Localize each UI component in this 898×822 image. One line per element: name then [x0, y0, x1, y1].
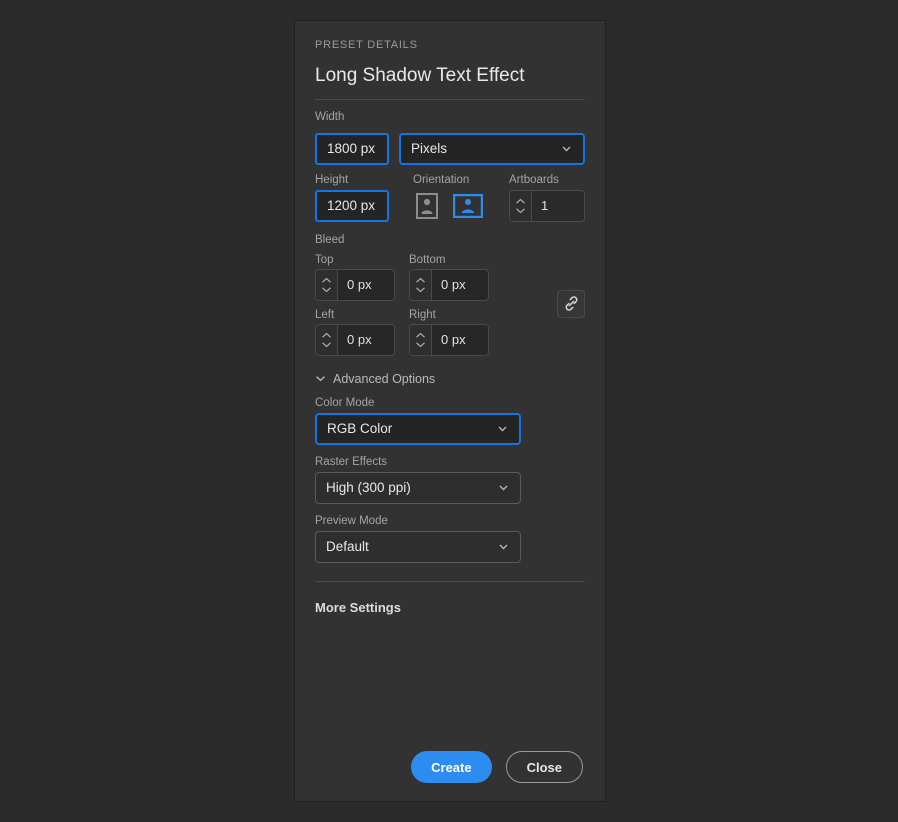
advanced-options-label: Advanced Options [333, 371, 436, 386]
artboards-value[interactable]: 1 [532, 190, 584, 221]
bleed-top-label: Top [315, 253, 334, 266]
bleed-right-value[interactable]: 0 px [432, 324, 488, 355]
bleed-top-stepper[interactable]: 0 px [315, 268, 395, 301]
bleed-right-stepper[interactable]: 0 px [409, 323, 489, 356]
bleed-right-stepper-arrows[interactable] [410, 324, 432, 355]
height-label: Height [315, 173, 349, 186]
chevron-down-icon [497, 540, 510, 553]
artboards-field-group: Artboards 1 [489, 174, 585, 222]
chevron-down-icon [322, 287, 331, 293]
chevron-down-icon [315, 373, 326, 384]
portrait-orientation-icon[interactable] [413, 190, 441, 222]
preview-mode-label: Preview Mode [315, 514, 388, 527]
panel-eyebrow-label: PRESET DETAILS [315, 39, 418, 51]
chevron-down-icon [496, 422, 509, 435]
panel-footer: Create Close [295, 751, 605, 783]
bleed-top-group: Top 0 px [315, 254, 395, 301]
artboards-stepper[interactable]: 1 [509, 189, 585, 222]
color-mode-group: Color Mode RGB Color [315, 397, 585, 445]
app-background: PRESET DETAILS Long Shadow Text Effect W… [0, 0, 898, 822]
units-dropdown[interactable]: Pixels [399, 132, 585, 165]
bleed-top-value[interactable]: 0 px [338, 269, 394, 300]
chevron-up-icon [416, 277, 425, 283]
link-chain-icon[interactable] [557, 289, 585, 318]
bleed-bottom-stepper-arrows[interactable] [410, 269, 432, 300]
width-label: Width [315, 110, 345, 123]
raster-effects-group: Raster Effects High (300 ppi) [315, 456, 585, 504]
bleed-fields-grid: Top 0 px Bottom 0 px Left 0 px Right 0 p… [315, 254, 585, 356]
units-dropdown-value: Pixels [411, 141, 448, 157]
chevron-down-icon [322, 342, 331, 348]
bleed-label: Bleed [315, 233, 345, 246]
bleed-left-stepper[interactable]: 0 px [315, 323, 395, 356]
chevron-down-icon [516, 208, 525, 214]
chevron-up-icon [416, 332, 425, 338]
chevron-up-icon [322, 277, 331, 283]
chevron-down-icon [416, 342, 425, 348]
bleed-right-group: Right 0 px [409, 309, 489, 356]
advanced-options-toggle[interactable]: Advanced Options [315, 372, 585, 386]
raster-effects-label: Raster Effects [315, 455, 388, 468]
preview-mode-group: Preview Mode Default [315, 515, 585, 563]
raster-effects-dropdown[interactable]: High (300 ppi) [315, 471, 521, 504]
preset-details-panel: PRESET DETAILS Long Shadow Text Effect W… [294, 20, 606, 802]
height-input[interactable]: 1200 px [315, 189, 389, 222]
orientation-field-group: Orientation [389, 174, 489, 222]
bleed-bottom-value[interactable]: 0 px [432, 269, 488, 300]
header-divider [315, 98, 585, 100]
width-row: 1800 px Pixels [315, 132, 585, 165]
more-settings-divider [315, 580, 585, 582]
bleed-right-label: Right [409, 308, 436, 321]
preview-mode-dropdown[interactable]: Default [315, 530, 521, 563]
chevron-up-icon [322, 332, 331, 338]
artboards-label: Artboards [509, 173, 559, 186]
bleed-left-stepper-arrows[interactable] [316, 324, 338, 355]
bleed-left-value[interactable]: 0 px [338, 324, 394, 355]
height-field-group: Height 1200 px [315, 174, 389, 222]
color-mode-value: RGB Color [327, 421, 393, 437]
chevron-down-icon [560, 142, 573, 155]
chevron-down-icon [416, 287, 425, 293]
color-mode-label: Color Mode [315, 396, 375, 409]
orientation-label: Orientation [413, 173, 470, 186]
bleed-top-stepper-arrows[interactable] [316, 269, 338, 300]
chevron-down-icon [497, 481, 510, 494]
preset-name-title: Long Shadow Text Effect [315, 65, 525, 86]
color-mode-dropdown[interactable]: RGB Color [315, 412, 521, 445]
preview-mode-value: Default [326, 539, 369, 555]
bleed-group-header: Bleed [315, 234, 585, 246]
bleed-left-label: Left [315, 308, 335, 321]
bleed-bottom-group: Bottom 0 px [409, 254, 489, 301]
close-button[interactable]: Close [505, 751, 583, 783]
height-orientation-artboards-row: Height 1200 px Orientation Artboards 1 [315, 174, 585, 222]
width-input[interactable]: 1800 px [315, 132, 389, 165]
raster-effects-value: High (300 ppi) [326, 480, 411, 496]
bleed-left-group: Left 0 px [315, 309, 395, 356]
artboards-stepper-arrows[interactable] [510, 190, 532, 221]
bleed-bottom-stepper[interactable]: 0 px [409, 268, 489, 301]
landscape-orientation-icon[interactable] [451, 190, 485, 222]
more-settings-button[interactable]: More Settings [315, 600, 585, 615]
bleed-bottom-label: Bottom [409, 253, 446, 266]
create-button[interactable]: Create [411, 751, 492, 783]
chevron-up-icon [516, 198, 525, 204]
